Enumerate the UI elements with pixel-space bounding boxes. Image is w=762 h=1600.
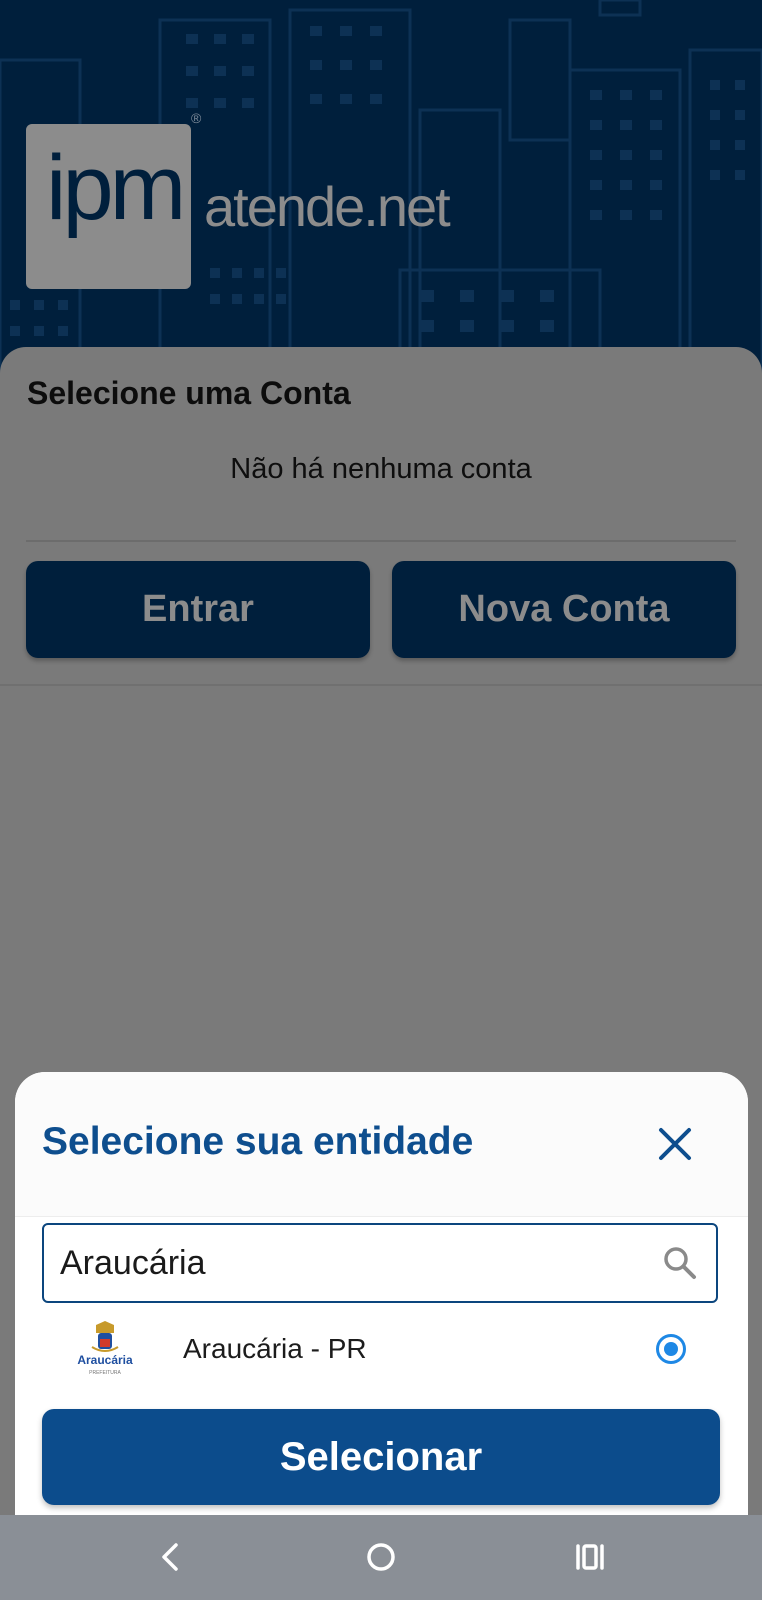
svg-text:Araucária: Araucária xyxy=(77,1353,133,1367)
brand-name-suffix: .net xyxy=(363,175,450,238)
brand-name: atende.net xyxy=(204,174,451,239)
entity-name: Araucária - PR xyxy=(183,1333,367,1364)
empty-account-message: Não há nenhuma conta xyxy=(230,453,532,485)
divider xyxy=(26,540,736,542)
search-icon[interactable] xyxy=(662,1245,698,1281)
ipm-logo-mark: ipm xyxy=(46,137,186,239)
sheet-title: Selecione sua entidade xyxy=(42,1120,474,1163)
back-icon[interactable] xyxy=(150,1537,190,1577)
araucaria-prefeitura-logo: Araucária PREFEITURA xyxy=(77,1321,133,1376)
entity-search-field xyxy=(42,1223,718,1303)
sheet-header: Selecione sua entidade xyxy=(15,1072,748,1217)
registered-mark: ® xyxy=(191,110,202,126)
recent-apps-icon[interactable] xyxy=(570,1537,610,1577)
entity-list-item[interactable]: Araucária PREFEITURA Araucária - PR xyxy=(42,1315,718,1385)
svg-text:PREFEITURA: PREFEITURA xyxy=(89,1370,121,1376)
account-card-title: Selecione uma Conta xyxy=(27,375,351,411)
brand-name-main: atende xyxy=(204,175,365,238)
system-nav-bar xyxy=(0,1515,762,1600)
entity-search-input[interactable] xyxy=(60,1225,620,1301)
new-account-button[interactable]: Nova Conta xyxy=(392,561,736,658)
close-icon[interactable] xyxy=(655,1124,695,1164)
entity-radio-selected[interactable] xyxy=(656,1334,686,1364)
entity-bottom-sheet: Selecione sua entidade Araucária PREFEIT… xyxy=(15,1072,748,1532)
home-icon[interactable] xyxy=(361,1537,401,1577)
select-entity-button[interactable]: Selecionar xyxy=(42,1409,720,1505)
account-card: Selecione uma Conta Não há nenhuma conta… xyxy=(0,347,762,686)
app-header: ipm ® atende.net xyxy=(0,0,762,400)
login-button[interactable]: Entrar xyxy=(26,561,370,658)
